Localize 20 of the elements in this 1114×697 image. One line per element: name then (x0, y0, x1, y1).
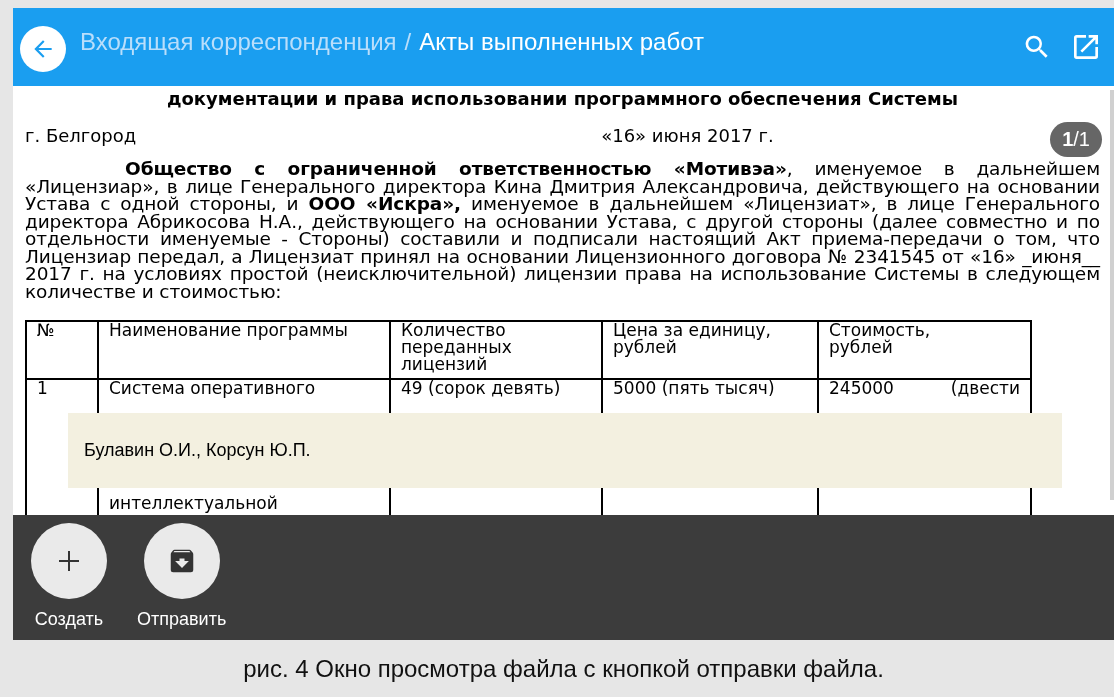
action-label: Создать (34, 609, 104, 630)
table-header-cell: Стоимость, рублей (818, 321, 1031, 379)
page-indicator: 1/1 (1050, 122, 1102, 157)
table-header-cell: Цена за единицу, рублей (602, 321, 818, 379)
breadcrumb-separator: / (404, 28, 412, 56)
breadcrumb-link[interactable]: Входящая корреспонденция (80, 28, 397, 56)
author-note: Булавин О.И., Корсун Ю.П. (68, 413, 1062, 488)
table-header-cell: Количество переданных лицензий (390, 321, 602, 379)
document-city: г. Белгород (25, 125, 137, 146)
document-date: «16» июня 2017 г. (601, 125, 774, 146)
action-label: Отправить (137, 609, 227, 630)
back-button[interactable] (20, 26, 66, 72)
document-paragraph: Общество с ограниченной ответственностью «Мотивэа», именуемое в дальнейшем «Лицензиар», в лице Генерального директора Кина Дмитрия Александровича, действующего на основании Устава с одной стороны, и ООО «Искра», именуемое в дальнейшем «Лицензиат», в лице Генерального директора Абрикосова Н.А., действующего на основании Устава, с другой стороны (далее совместно и по отдельности именуемые - Стороны) составили и подписали настоящий Акт приема-передачи о том, что Лицензиар передал, а Лицензиат принял на основании Лицензионного договора № 2341545 от «16» _июня__ 2017 г. на условиях простой (неисключительной) лицензии права на использование Системы в следующем количестве и стоимостью: (25, 160, 1100, 300)
scrollbar[interactable] (1110, 90, 1114, 500)
table-header-cell: Наименование программы (98, 321, 390, 379)
document-heading: документации и права использовании программного обеспечения Системы (165, 88, 960, 109)
page-title: Акты выполненных работ (419, 28, 705, 56)
table-header-cell: № (26, 321, 98, 379)
figure-caption: рис. 4 Окно просмотра файла с кнопкой отправки файла. (242, 655, 885, 683)
plus-icon (57, 549, 81, 573)
